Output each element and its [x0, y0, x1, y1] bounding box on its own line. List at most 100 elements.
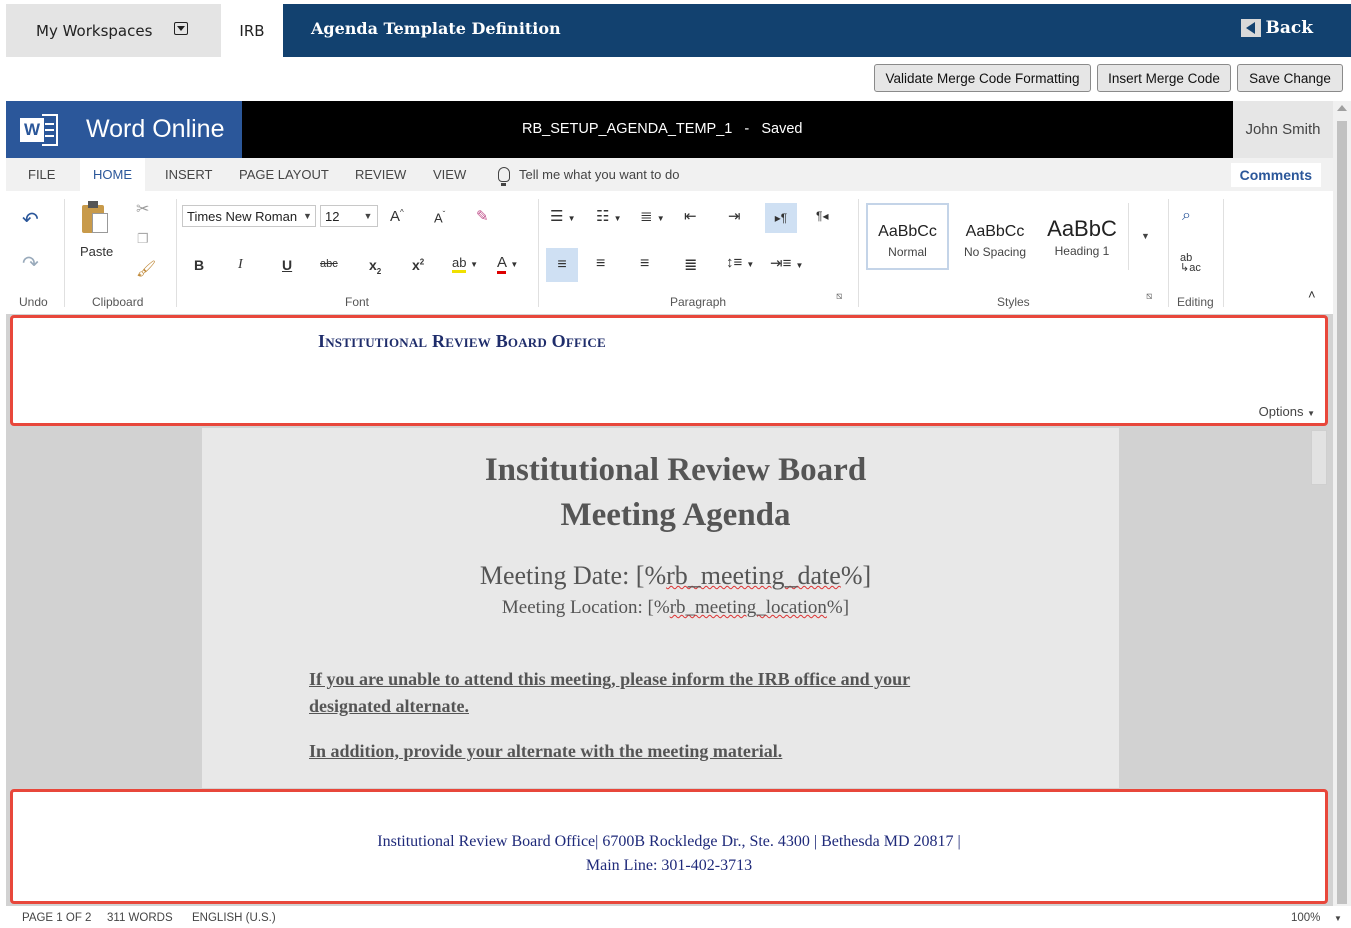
style-heading-1[interactable]: AaBbC Heading 1: [1040, 203, 1124, 270]
tab-view[interactable]: VIEW: [433, 158, 466, 191]
document-footer-region[interactable]: Institutional Review Board Office| 6700B…: [10, 789, 1328, 904]
paragraph-group-label: Paragraph: [670, 295, 727, 309]
ribbon-body: ↶ ↷ Undo Paste ✂ ❐ 🖌 Clipboard Times New…: [6, 191, 1333, 314]
document-title[interactable]: RB_SETUP_AGENDA_TEMP_1 - Saved: [522, 121, 802, 137]
word-count: 311 WORDS: [107, 912, 173, 924]
line-spacing-icon[interactable]: ↕≡ ▼: [726, 254, 754, 271]
font-color-icon[interactable]: A ▼: [497, 254, 518, 274]
header-options-button[interactable]: Options ▼: [1259, 404, 1315, 419]
zoom-level[interactable]: 100%: [1291, 912, 1320, 924]
title-bar: Agenda Template Definition Back: [283, 4, 1351, 57]
tab-home[interactable]: HOME: [80, 158, 145, 191]
replace-icon[interactable]: ab ↳ac: [1180, 253, 1201, 274]
paste-icon[interactable]: [80, 201, 112, 235]
validate-merge-code-button[interactable]: Validate Merge Code Formatting: [874, 64, 1091, 92]
justify-icon[interactable]: ≣: [684, 255, 697, 275]
tab-page-layout[interactable]: PAGE LAYOUT: [239, 158, 329, 191]
undo-icon[interactable]: ↶: [22, 207, 39, 232]
ribbon-tabs: FILE HOME INSERT PAGE LAYOUT REVIEW VIEW…: [6, 158, 1333, 191]
redo-icon[interactable]: ↷: [22, 251, 39, 276]
align-left-icon[interactable]: ≡: [546, 248, 578, 282]
format-painter-icon[interactable]: 🖌: [136, 259, 156, 279]
header-text[interactable]: Institutional Review Board Office: [318, 331, 606, 352]
collapse-ribbon-icon[interactable]: ˄: [1308, 287, 1316, 302]
align-center-icon[interactable]: ≡: [596, 255, 605, 273]
copy-icon[interactable]: ❐: [137, 231, 149, 247]
meeting-date-line[interactable]: Meeting Date: [%rb_meeting_date%]: [0, 560, 1351, 592]
save-change-button[interactable]: Save Change: [1237, 64, 1343, 92]
tab-review[interactable]: REVIEW: [355, 158, 406, 191]
clipboard-group-label: Clipboard: [92, 295, 144, 309]
bullets-icon[interactable]: ☰ ▼: [550, 207, 576, 225]
footer-phone-line[interactable]: Main Line: 301-402-3713: [13, 854, 1325, 878]
find-icon[interactable]: ⌕: [1182, 207, 1191, 225]
irb-tab[interactable]: IRB: [221, 4, 283, 57]
strikethrough-button[interactable]: abc: [320, 258, 338, 270]
document-title-line2[interactable]: Meeting Agenda: [0, 493, 1351, 537]
footer-address-line[interactable]: Institutional Review Board Office| 6700B…: [13, 830, 1325, 854]
document-title-line1[interactable]: Institutional Review Board: [0, 448, 1351, 492]
tab-insert[interactable]: INSERT: [165, 158, 212, 191]
zoom-dropdown-icon[interactable]: ▼: [1334, 914, 1342, 923]
decrease-indent-icon[interactable]: ⇤: [684, 207, 697, 225]
styles-group-label: Styles: [997, 295, 1030, 309]
scroll-thumb[interactable]: [1337, 121, 1347, 904]
word-logo-icon: W: [20, 113, 60, 146]
chevron-down-icon: ▼: [363, 211, 373, 221]
cut-icon[interactable]: ✂: [136, 199, 149, 219]
insert-merge-code-button[interactable]: Insert Merge Code: [1097, 64, 1231, 92]
app-name: Word Online: [86, 115, 225, 143]
font-group-label: Font: [345, 295, 370, 309]
multilevel-list-icon[interactable]: ≣ ▼: [640, 207, 665, 225]
word-online-header: W Word Online RB_SETUP_AGENDA_TEMP_1 - S…: [6, 101, 1333, 158]
comments-button[interactable]: Comments: [1230, 163, 1321, 187]
clear-formatting-icon[interactable]: ✎: [476, 207, 489, 225]
shrink-font-icon[interactable]: Aˇ: [434, 210, 445, 225]
save-status: Saved: [761, 121, 803, 137]
my-workspaces-menu[interactable]: My Workspaces: [6, 4, 221, 57]
styles-dialog-launcher-icon[interactable]: ⧅: [1146, 291, 1152, 302]
font-name-select[interactable]: Times New Roman ▼: [182, 205, 316, 227]
top-nav: My Workspaces IRB Agenda Template Defini…: [0, 0, 1351, 57]
attendance-notice-line1[interactable]: If you are unable to attend this meeting…: [309, 666, 910, 693]
increase-indent-icon[interactable]: ⇥: [728, 207, 741, 225]
paragraph-dialog-launcher-icon[interactable]: ⧅: [836, 291, 842, 302]
bold-button[interactable]: B: [194, 257, 204, 273]
back-button[interactable]: Back: [1241, 18, 1313, 38]
style-no-spacing[interactable]: AaBbCc No Spacing: [952, 203, 1038, 270]
undo-group-label: Undo: [19, 295, 48, 309]
font-size-select[interactable]: 12 ▼: [320, 205, 378, 227]
tell-me-search[interactable]: Tell me what you want to do: [498, 158, 679, 191]
italic-button[interactable]: I: [238, 257, 243, 273]
attendance-notice-line2[interactable]: designated alternate.: [309, 693, 469, 720]
my-workspaces-label: My Workspaces: [36, 21, 153, 40]
document-header-region[interactable]: Institutional Review Board Office Option…: [10, 315, 1328, 426]
user-name[interactable]: John Smith: [1233, 101, 1333, 158]
document-scrollbar[interactable]: [1311, 430, 1327, 485]
highlight-color-icon[interactable]: ab ▼: [452, 255, 478, 273]
scroll-up-icon[interactable]: [1337, 105, 1347, 111]
rtl-text-direction-icon[interactable]: ¶◂: [816, 209, 828, 223]
tab-file[interactable]: FILE: [28, 158, 55, 191]
ltr-text-direction-icon[interactable]: ▸¶: [765, 203, 797, 233]
align-right-icon[interactable]: ≡: [640, 255, 649, 273]
word-online-brand[interactable]: W Word Online: [6, 101, 242, 158]
paste-label[interactable]: Paste: [80, 244, 113, 259]
meeting-location-line[interactable]: Meeting Location: [%rb_meeting_location%…: [0, 595, 1351, 621]
grow-font-icon[interactable]: A^: [390, 208, 404, 225]
paragraph-spacing-icon[interactable]: ⇥≡ ▼: [770, 254, 803, 272]
underline-button[interactable]: U: [282, 257, 292, 273]
numbering-icon[interactable]: ☷ ▼: [596, 207, 622, 225]
page-count: PAGE 1 OF 2: [22, 912, 92, 924]
styles-gallery-expand-icon[interactable]: ▼: [1128, 203, 1162, 270]
back-arrow-icon: [1241, 19, 1262, 37]
dropdown-icon[interactable]: [174, 22, 189, 35]
style-normal[interactable]: AaBbCc Normal: [866, 203, 949, 270]
language-indicator[interactable]: ENGLISH (U.S.): [192, 912, 276, 924]
vertical-scrollbar[interactable]: [1333, 101, 1351, 908]
lightbulb-icon: [498, 167, 510, 186]
back-label: Back: [1265, 18, 1313, 38]
attendance-notice-line3[interactable]: In addition, provide your alternate with…: [309, 738, 782, 765]
subscript-button[interactable]: x2: [369, 257, 381, 276]
superscript-button[interactable]: x2: [412, 257, 424, 273]
